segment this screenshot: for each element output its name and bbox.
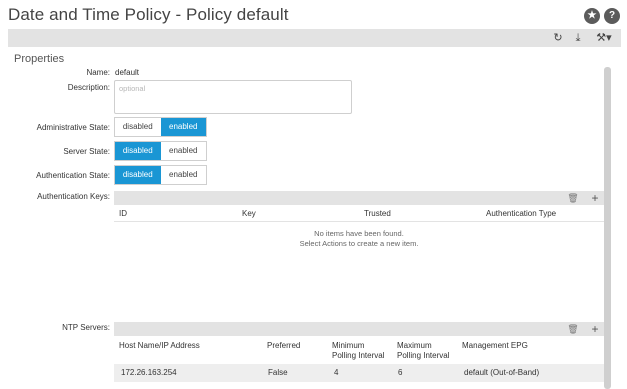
ntp-servers-label: NTP Servers: <box>62 323 110 332</box>
auth-keys-actions-bar: 🗑 + <box>114 191 604 205</box>
ntp-cell-min-polling: 4 <box>334 368 339 377</box>
name-label: Name: <box>86 68 110 77</box>
auth-keys-col-id[interactable]: ID <box>119 209 127 219</box>
server-state-enabled-option[interactable]: enabled <box>161 142 207 160</box>
ntp-col-max-polling[interactable]: Maximum Polling Interval <box>397 341 449 361</box>
name-value: default <box>115 68 140 77</box>
refresh-icon[interactable]: ↻ <box>551 30 565 46</box>
admin-state-toggle[interactable]: disabled enabled <box>114 117 207 137</box>
auth-keys-col-trusted[interactable]: Trusted <box>364 209 391 219</box>
scrollbar-thumb[interactable] <box>604 67 611 389</box>
auth-keys-col-auth-type[interactable]: Authentication Type <box>486 209 556 219</box>
empty-message: No items have been found. <box>314 229 404 238</box>
auth-state-enabled-option[interactable]: enabled <box>161 166 207 184</box>
favorite-star-icon[interactable]: ★ <box>584 8 600 24</box>
ntp-cell-host: 172.26.163.254 <box>121 368 177 377</box>
auth-keys-label: Authentication Keys: <box>37 192 110 201</box>
toolbar: ↻ ⤓ ⚒▾ <box>8 29 621 47</box>
ntp-servers-actions-bar: 🗑 + <box>114 322 604 336</box>
admin-state-disabled-option[interactable]: disabled <box>115 118 161 136</box>
auth-state-label: Authentication State: <box>36 171 110 180</box>
divider <box>114 221 604 222</box>
page-title: Date and Time Policy - Policy default <box>8 5 289 24</box>
tools-icon[interactable]: ⚒▾ <box>593 30 615 46</box>
help-icon[interactable]: ? <box>604 8 620 24</box>
ntp-cell-preferred: False <box>268 368 288 377</box>
admin-state-label: Administrative State: <box>36 123 110 132</box>
add-plus-icon[interactable]: + <box>588 322 602 336</box>
delete-trash-icon[interactable]: 🗑 <box>566 322 580 336</box>
add-plus-icon[interactable]: + <box>588 191 602 205</box>
window-header: Date and Time Policy - Policy default ★ … <box>0 0 627 30</box>
ntp-cell-max-polling: 6 <box>398 368 403 377</box>
server-state-disabled-option[interactable]: disabled <box>115 142 161 160</box>
ntp-col-min-polling[interactable]: Minimum Polling Interval <box>332 341 384 361</box>
admin-state-enabled-option[interactable]: enabled <box>160 118 206 136</box>
ntp-cell-mgmt-epg: default (Out-of-Band) <box>464 368 540 377</box>
auth-keys-col-key[interactable]: Key <box>242 209 256 219</box>
empty-hint: Select Actions to create a new item. <box>299 239 419 248</box>
description-field[interactable]: optional <box>114 80 352 114</box>
download-icon[interactable]: ⤓ <box>571 30 585 46</box>
delete-trash-icon[interactable]: 🗑 <box>566 191 580 205</box>
ntp-col-preferred[interactable]: Preferred <box>267 341 300 351</box>
scrollbar[interactable] <box>604 67 611 389</box>
description-label: Description: <box>67 83 110 92</box>
section-title: Properties <box>14 53 65 65</box>
server-state-label: Server State: <box>63 147 110 156</box>
auth-state-toggle[interactable]: disabled enabled <box>114 165 207 185</box>
auth-state-disabled-option[interactable]: disabled <box>115 166 161 184</box>
properties-panel: Properties Name: default Description: op… <box>0 47 627 389</box>
server-state-toggle[interactable]: disabled enabled <box>114 141 207 161</box>
ntp-col-host[interactable]: Host Name/IP Address <box>119 341 200 351</box>
ntp-col-mgmt-epg[interactable]: Management EPG <box>462 341 528 351</box>
